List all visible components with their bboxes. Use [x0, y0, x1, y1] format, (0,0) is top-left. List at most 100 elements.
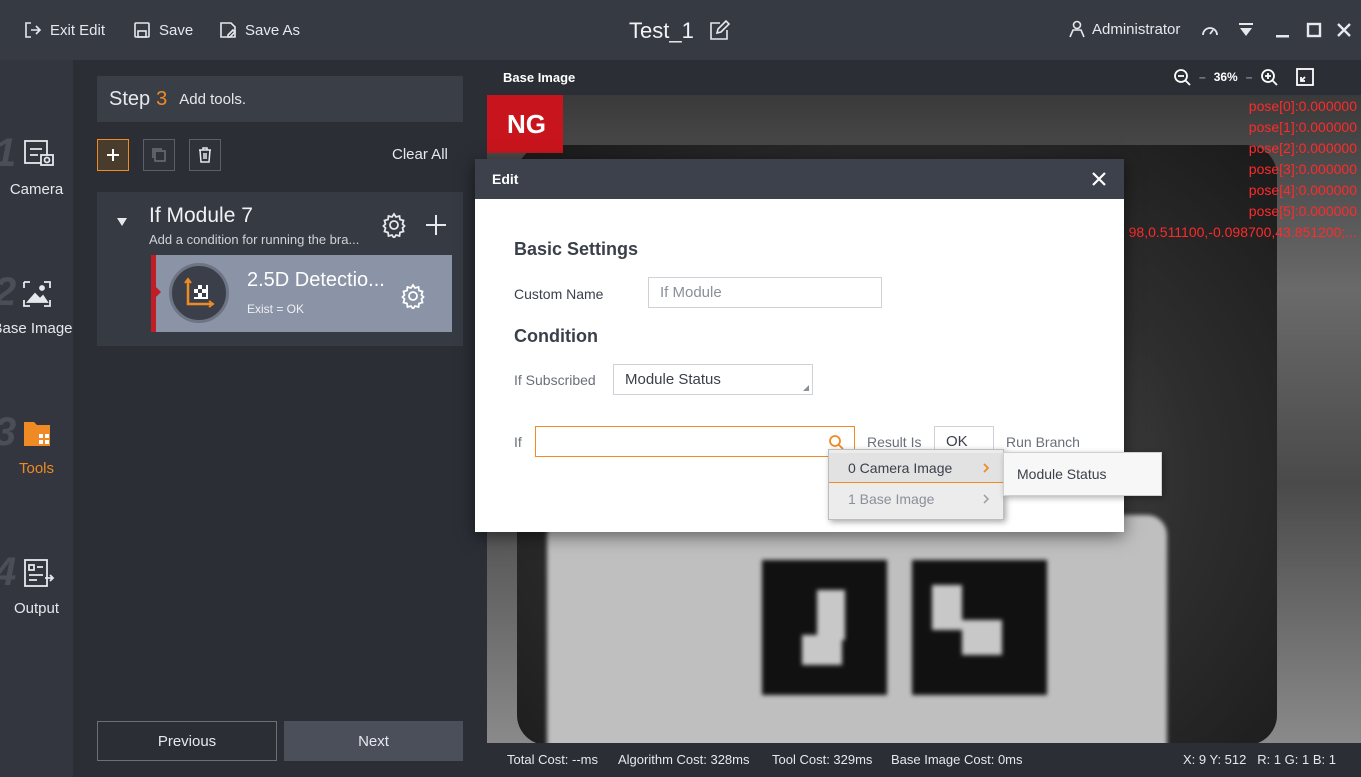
save-as-button[interactable]: Save As: [219, 0, 300, 60]
step-number: 2: [0, 270, 16, 315]
nav-label-camera: Camera: [9, 181, 64, 198]
tool-gear-icon[interactable]: [400, 283, 426, 309]
nav-item-tools[interactable]: 3 Tools: [0, 410, 73, 477]
if-subscribed-value: Module Status: [625, 371, 721, 388]
nav-item-output[interactable]: 4 Output: [0, 550, 73, 617]
pose-line: pose[1]:0.000000: [1248, 119, 1357, 135]
plus-icon: [107, 149, 119, 161]
menu-item-camera-image[interactable]: 0 Camera Image: [829, 453, 1003, 483]
camera-icon: [23, 140, 54, 166]
step-number: 1: [0, 131, 16, 176]
exit-edit-button[interactable]: Exit Edit: [24, 0, 105, 60]
step-number: 4: [0, 550, 16, 595]
maximize-icon[interactable]: [1304, 20, 1324, 40]
menu-item-base-image[interactable]: 1 Base Image: [829, 484, 1003, 514]
save-as-label: Save As: [245, 21, 301, 39]
zoom-separator: –: [1245, 70, 1253, 84]
user-icon: [1069, 20, 1085, 38]
save-button[interactable]: Save: [133, 0, 193, 60]
menu-item-label: 0 Camera Image: [848, 459, 953, 476]
nav-label-base-image: Base Image: [0, 320, 73, 337]
rename-icon[interactable]: [708, 20, 730, 42]
zoom-in-icon[interactable]: [1260, 68, 1279, 86]
image-marker-left: [762, 560, 887, 695]
tool-panel: Step 3 Add tools. Clear All If Module 7 …: [73, 60, 487, 777]
tools-folder-icon: [23, 422, 50, 446]
gauge-icon[interactable]: [1200, 20, 1220, 40]
step-header: Step 3 Add tools.: [97, 76, 463, 122]
pose-line: pose[5]:0.000000: [1248, 203, 1357, 219]
delete-tool-button[interactable]: [189, 139, 221, 171]
image-title: Base Image: [503, 70, 576, 85]
zoom-out-icon[interactable]: [1173, 68, 1191, 86]
ng-badge: NG: [487, 95, 563, 153]
image-header: Base Image – 36% –: [487, 60, 1361, 95]
app-window: Exit Edit Save Save As Test_1 Administra…: [0, 0, 1361, 777]
clear-all-button[interactable]: Clear All: [392, 146, 448, 163]
custom-name-input[interactable]: If Module: [648, 277, 882, 308]
zoom-separator: –: [1199, 70, 1206, 84]
trash-icon: [199, 147, 211, 163]
dialog-header: Edit: [475, 159, 1124, 199]
if-subscribed-label: If Subscribed: [514, 372, 596, 388]
user-menu[interactable]: Administrator: [1068, 20, 1180, 38]
zoom-controls: – 36% –: [1173, 68, 1315, 86]
nav-item-base-image[interactable]: 2 Base Image: [0, 270, 73, 337]
exit-icon: [25, 22, 42, 38]
selection-caret-icon: [156, 287, 161, 297]
minimize-icon[interactable]: [1273, 20, 1293, 40]
previous-button[interactable]: Previous: [97, 721, 277, 761]
step-number: 3: [0, 410, 16, 455]
menu-item-label: 1 Base Image: [848, 491, 935, 507]
next-button[interactable]: Next: [284, 721, 463, 761]
search-icon[interactable]: [828, 434, 844, 450]
tool-name: 2.5D Detectio...: [247, 269, 385, 291]
tool-card-2-5d-detection[interactable]: 2.5D Detectio... Exist = OK: [151, 255, 452, 332]
custom-name-label: Custom Name: [514, 286, 604, 302]
submenu-item-label: Module Status: [1017, 466, 1107, 482]
result-value: OK: [946, 433, 968, 450]
add-branch-icon[interactable]: [425, 214, 447, 236]
chevron-right-icon: [983, 463, 989, 473]
image-marker-right: [912, 560, 1047, 695]
left-nav: 1 Camera 2 Base Image 3 Tools 4 Output: [0, 60, 73, 777]
save-as-icon: [220, 22, 237, 38]
status-bar: Total Cost: --ms Algorithm Cost: 328ms T…: [487, 743, 1361, 777]
dialog-close-icon[interactable]: [1091, 171, 1107, 187]
exit-edit-label: Exit Edit: [50, 21, 106, 39]
zoom-level: 36%: [1213, 70, 1238, 84]
step-description: Add tools.: [179, 90, 246, 108]
pixel-readout: X: 9 Y: 512 R: 1 G: 1 B: 1: [1183, 752, 1336, 767]
condition-heading: Condition: [514, 326, 598, 346]
module-subtitle: Add a condition for running the bra...: [149, 232, 360, 247]
pose-line: pose[4]:0.000000: [1248, 182, 1357, 198]
detection-tool-icon: [169, 263, 229, 323]
step-number: 3: [156, 87, 168, 110]
run-branch-label: Run Branch: [1006, 434, 1080, 450]
copy-tool-button[interactable]: [143, 139, 175, 171]
dialog-title: Edit: [492, 171, 519, 187]
pose-line: pose[2]:0.000000: [1248, 140, 1357, 156]
algorithm-cost: Algorithm Cost: 328ms: [618, 752, 750, 767]
if-module-card[interactable]: If Module 7 Add a condition for running …: [97, 192, 463, 346]
close-icon[interactable]: [1334, 20, 1354, 40]
if-condition-input[interactable]: [535, 426, 855, 457]
tool-cost: Tool Cost: 329ms: [772, 752, 873, 767]
select-corner-icon: [803, 385, 809, 391]
base-image-cost: Base Image Cost: 0ms: [891, 752, 1023, 767]
save-icon: [134, 22, 150, 38]
nav-label-tools: Tools: [18, 460, 55, 477]
if-subscribed-select[interactable]: Module Status: [613, 364, 813, 395]
nav-item-camera[interactable]: 1 Camera: [0, 131, 73, 198]
add-tool-button[interactable]: [97, 139, 129, 171]
copy-icon: [152, 148, 166, 162]
dropdown-icon[interactable]: [1236, 20, 1256, 40]
save-label: Save: [159, 21, 194, 39]
submenu-module-status[interactable]: Module Status: [1003, 452, 1162, 496]
gear-icon[interactable]: [381, 212, 407, 238]
step-word: Step: [109, 87, 151, 110]
fit-screen-icon[interactable]: [1296, 68, 1315, 86]
collapse-caret-icon[interactable]: [117, 218, 127, 226]
total-cost: Total Cost: --ms: [507, 752, 599, 767]
result-is-label: Result Is: [867, 434, 922, 450]
